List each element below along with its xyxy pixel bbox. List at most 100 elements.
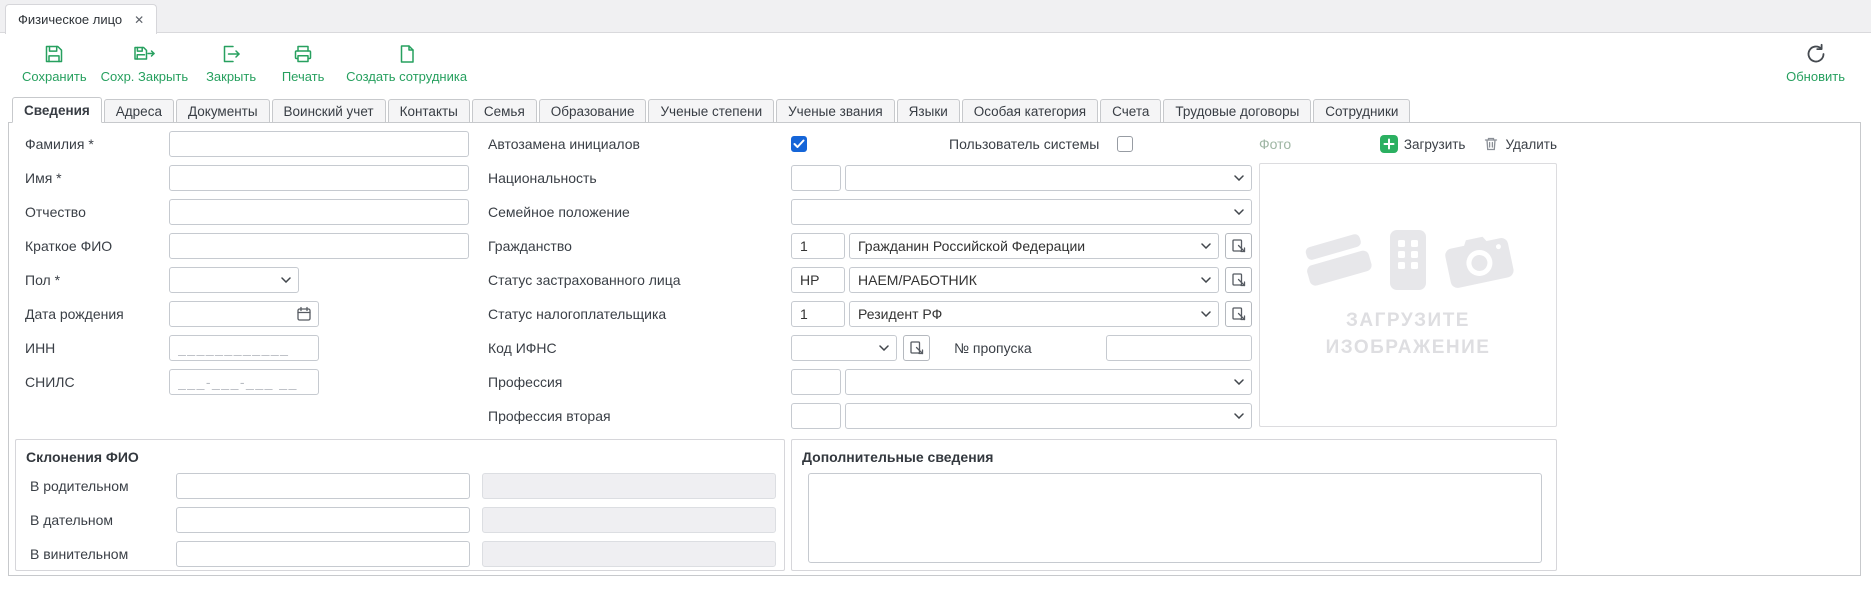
taxpayer-status-select-value: Резидент РФ [858, 306, 1196, 322]
taxpayer-status-lookup-button[interactable] [1225, 301, 1252, 327]
auto-initials-label: Автозамена инициалов [488, 136, 791, 152]
dative-auto-input [482, 507, 776, 533]
marital-status-label: Семейное положение [488, 204, 791, 220]
snils-label: СНИЛС [25, 374, 169, 390]
document-tabstrip: Физическое лицо ✕ [0, 0, 1871, 33]
system-user-checkbox[interactable] [1117, 136, 1133, 152]
tab-bar: Сведения Адреса Документы Воинский учет … [12, 97, 1410, 123]
citizenship-select-value: Гражданин Российской Федерации [858, 238, 1196, 254]
tab-kontakty[interactable]: Контакты [388, 99, 470, 123]
tab-osobaya-kategoriya[interactable]: Особая категория [962, 99, 1098, 123]
refresh-icon [1804, 41, 1828, 66]
chevron-down-icon [1201, 277, 1211, 283]
chevron-down-icon [1234, 175, 1244, 181]
accusative-label: В винительном [30, 546, 176, 562]
profession-second-select[interactable] [845, 403, 1252, 429]
tab-svedeniya[interactable]: Сведения [12, 97, 102, 123]
tab-close-icon[interactable]: ✕ [134, 14, 144, 26]
gender-select[interactable] [169, 267, 299, 293]
profession-second-code-input[interactable] [791, 403, 841, 429]
citizenship-lookup-button[interactable] [1225, 233, 1252, 259]
birthdate-input[interactable] [178, 306, 296, 322]
dative-label: В дательном [30, 512, 176, 528]
tab-uchenye-zvaniya[interactable]: Ученые звания [776, 99, 895, 123]
accusative-input[interactable] [176, 541, 470, 567]
extra-info-panel: Дополнительные сведения [791, 439, 1557, 571]
photo-upload-button[interactable]: Загрузить [1380, 135, 1466, 153]
system-user-label: Пользователь системы [949, 136, 1099, 152]
refresh-button[interactable]: Обновить [1786, 41, 1845, 84]
insured-status-select[interactable]: НАЕМ/РАБОТНИК [849, 267, 1219, 293]
save-label: Сохранить [22, 69, 87, 84]
ifns-code-label: Код ИФНС [488, 340, 791, 356]
save-button[interactable]: Сохранить [22, 41, 87, 84]
save-close-button[interactable]: Сохр. Закрыть [101, 41, 189, 84]
tab-label: Трудовые договоры [1175, 104, 1299, 119]
tab-semya[interactable]: Семья [472, 99, 537, 123]
inn-input[interactable] [169, 335, 319, 361]
save-icon [43, 41, 65, 66]
genitive-label: В родительном [30, 478, 176, 494]
pass-number-input[interactable] [1106, 335, 1252, 361]
genitive-input[interactable] [176, 473, 470, 499]
profession-select[interactable] [845, 369, 1252, 395]
lastname-input[interactable] [169, 131, 469, 157]
create-employee-button[interactable]: Создать сотрудника [346, 41, 467, 84]
toolbar: Сохранить Сохр. Закрыть Закрыть [0, 34, 1871, 96]
tab-label: Документы [188, 104, 258, 119]
citizenship-code-input[interactable] [791, 233, 845, 259]
ifns-lookup-button[interactable] [903, 335, 930, 361]
profession-code-input[interactable] [791, 369, 841, 395]
photo-dropzone[interactable]: ЗАГРУЗИТЕ ИЗОБРАЖЕНИЕ [1259, 163, 1557, 427]
ifns-code-select[interactable] [791, 335, 897, 361]
close-label: Закрыть [206, 69, 256, 84]
middlename-input[interactable] [169, 199, 469, 225]
left-column: Фамилия * Имя * Отчество Краткое ФИО Пол… [25, 131, 469, 403]
taxpayer-status-code-input[interactable] [791, 301, 845, 327]
marital-status-select[interactable] [791, 199, 1252, 225]
insured-status-lookup-button[interactable] [1225, 267, 1252, 293]
photo-delete-label: Удалить [1505, 137, 1557, 152]
snils-input[interactable] [169, 369, 319, 395]
tab-obrazovanie[interactable]: Образование [539, 99, 647, 123]
nationality-code-input[interactable] [791, 165, 841, 191]
tab-yazyki[interactable]: Языки [897, 99, 960, 123]
form-area: Фамилия * Имя * Отчество Краткое ФИО Пол… [8, 122, 1861, 576]
birthdate-label: Дата рождения [25, 306, 169, 322]
declension-panel: Склонения ФИО В родительном В дательном … [15, 439, 785, 571]
tab-uchenye-stepeni[interactable]: Ученые степени [648, 99, 774, 123]
tab-label: Ученые звания [788, 104, 883, 119]
print-button[interactable]: Печать [274, 41, 332, 84]
extra-info-textarea[interactable] [808, 473, 1542, 563]
taxpayer-status-label: Статус налогоплательщика [488, 306, 791, 322]
genitive-auto-input [482, 473, 776, 499]
tab-sotrudniki[interactable]: Сотрудники [1313, 99, 1410, 123]
insured-status-select-value: НАЕМ/РАБОТНИК [858, 272, 1196, 288]
tab-label: Сотрудники [1325, 104, 1398, 119]
photo-placeholder-icons [1295, 228, 1521, 292]
short-fio-input[interactable] [169, 233, 469, 259]
tab-scheta[interactable]: Счета [1100, 99, 1161, 123]
tab-voinskiy-uchet[interactable]: Воинский учет [272, 99, 386, 123]
firstname-input[interactable] [169, 165, 469, 191]
profession-label: Профессия [488, 374, 791, 390]
tab-adresa[interactable]: Адреса [104, 99, 174, 123]
taxpayer-status-select[interactable]: Резидент РФ [849, 301, 1219, 327]
save-close-icon [132, 41, 156, 66]
chevron-down-icon [1234, 379, 1244, 385]
create-employee-label: Создать сотрудника [346, 69, 467, 84]
citizenship-select[interactable]: Гражданин Российской Федерации [849, 233, 1219, 259]
declension-title: Склонения ФИО [16, 440, 784, 473]
insured-status-code-input[interactable] [791, 267, 845, 293]
close-button[interactable]: Закрыть [202, 41, 260, 84]
auto-initials-checkbox[interactable] [791, 136, 807, 152]
photo-delete-button[interactable]: Удалить [1483, 136, 1557, 152]
tab-dokumenty[interactable]: Документы [176, 99, 270, 123]
firstname-label: Имя * [25, 170, 169, 186]
nationality-select[interactable] [845, 165, 1252, 191]
chevron-down-icon [1201, 311, 1211, 317]
document-tab[interactable]: Физическое лицо ✕ [5, 4, 157, 34]
calendar-icon[interactable] [296, 306, 312, 322]
dative-input[interactable] [176, 507, 470, 533]
tab-trudovye-dogovory[interactable]: Трудовые договоры [1163, 99, 1311, 123]
